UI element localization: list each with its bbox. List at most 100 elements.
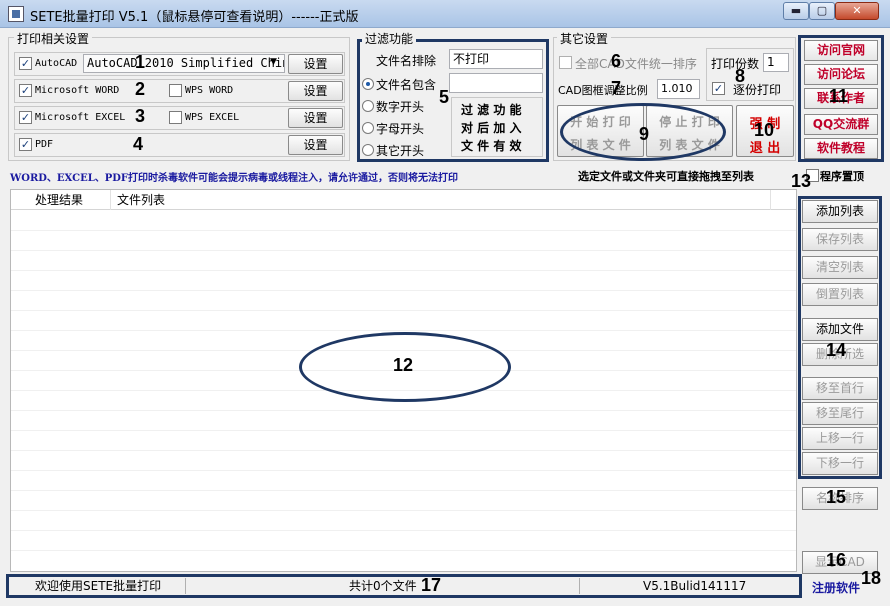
marker-13: 13 bbox=[791, 171, 812, 191]
autocad-label: AutoCAD bbox=[35, 58, 78, 69]
forum-link-button[interactable]: 访问论坛 bbox=[804, 64, 878, 85]
marker-1: 1 bbox=[135, 52, 146, 72]
move-last-button[interactable]: 移至尾行 bbox=[802, 402, 878, 425]
marker-18: 18 bbox=[861, 568, 882, 588]
pdf-label: PDF bbox=[35, 139, 54, 150]
digit-radio[interactable] bbox=[362, 100, 374, 112]
exclude-input[interactable]: 不打印 bbox=[449, 49, 543, 69]
other-label: 其它开头 bbox=[376, 144, 425, 158]
col-header-result[interactable]: 处理结果 bbox=[11, 190, 111, 210]
list-grid-line bbox=[11, 430, 796, 431]
sort-checkbox[interactable] bbox=[559, 56, 572, 69]
letter-label: 字母开头 bbox=[376, 122, 425, 136]
exclude-label: 文件名排除 bbox=[376, 54, 437, 68]
list-grid-line bbox=[11, 330, 796, 331]
marker-10: 10 bbox=[754, 120, 775, 140]
window-title: SETE批量打印 V5.1（鼠标悬停可查看说明）------正式版 bbox=[30, 10, 359, 25]
wps-excel-label: WPS EXCEL bbox=[185, 112, 240, 123]
other-radio[interactable] bbox=[362, 144, 374, 156]
list-grid-line bbox=[11, 510, 796, 511]
save-list-button[interactable]: 保存列表 bbox=[802, 228, 878, 251]
autocad-version-value: AutoCAD 2010 Simplified Chines bbox=[87, 56, 285, 70]
marker-11: 11 bbox=[829, 86, 849, 106]
virus-warning-text: WORD、EXCEL、PDF打印时杀毒软件可能会提示病毒或线程注入，请允许通过，… bbox=[10, 173, 459, 184]
word-label: Microsoft WORD bbox=[35, 85, 120, 96]
marker-4: 4 bbox=[133, 134, 144, 154]
wps-word-label: WPS WORD bbox=[185, 85, 234, 96]
marker-3: 3 bbox=[135, 106, 146, 126]
marker-9: 9 bbox=[639, 124, 650, 144]
excel-checkbox[interactable]: ✓ bbox=[19, 111, 32, 124]
letter-radio[interactable] bbox=[362, 122, 374, 134]
list-grid-line bbox=[11, 250, 796, 251]
pdf-setting-button[interactable]: 设置 bbox=[288, 135, 343, 155]
chevron-down-icon[interactable]: ▼ bbox=[270, 57, 277, 67]
close-button[interactable]: ✕ bbox=[835, 2, 879, 20]
copies-input[interactable]: 1 bbox=[763, 53, 789, 72]
app-icon bbox=[8, 6, 24, 22]
status-separator bbox=[185, 578, 186, 594]
list-grid-line bbox=[11, 230, 796, 231]
pdf-checkbox[interactable]: ✓ bbox=[19, 138, 32, 151]
col-header-files[interactable]: 文件列表 bbox=[111, 190, 771, 210]
autocad-checkbox[interactable]: ✓ bbox=[19, 57, 32, 70]
marker-12: 12 bbox=[393, 355, 414, 375]
marker-6: 6 bbox=[611, 51, 622, 71]
register-link[interactable]: 注册软件 bbox=[812, 579, 860, 596]
marker-14: 14 bbox=[826, 340, 847, 360]
move-down-button[interactable]: 下移一行 bbox=[802, 452, 878, 475]
autocad-version-select[interactable]: AutoCAD 2010 Simplified Chines bbox=[83, 54, 285, 73]
list-grid-line bbox=[11, 530, 796, 531]
filter-note-line1: 过 滤 功 能 bbox=[461, 103, 522, 117]
print-settings-title: 打印相关设置 bbox=[14, 30, 93, 47]
marker-16: 16 bbox=[826, 550, 847, 570]
include-radio[interactable] bbox=[362, 78, 374, 90]
site-link-button[interactable]: 访问官网 bbox=[804, 40, 878, 61]
marker-2: 2 bbox=[135, 79, 146, 99]
wps-word-checkbox[interactable] bbox=[169, 84, 182, 97]
marker-17: 17 bbox=[421, 575, 442, 595]
marker-8: 8 bbox=[735, 66, 746, 86]
list-grid-line bbox=[11, 290, 796, 291]
status-separator bbox=[579, 578, 580, 594]
filter-note-line3: 文 件 有 效 bbox=[461, 139, 522, 153]
status-file-count: 共计0个文件 bbox=[349, 579, 417, 593]
maximize-button[interactable]: ▢ bbox=[809, 2, 835, 20]
qq-link-button[interactable]: QQ交流群 bbox=[804, 114, 878, 135]
scale-input[interactable]: 1.010 bbox=[657, 79, 700, 99]
excel-setting-button[interactable]: 设置 bbox=[288, 108, 343, 128]
add-list-button[interactable]: 添加列表 bbox=[802, 200, 878, 223]
excel-label: Microsoft EXCEL bbox=[35, 112, 126, 123]
include-input[interactable] bbox=[449, 73, 543, 93]
autocad-setting-button[interactable]: 设置 bbox=[288, 54, 343, 74]
drag-hint-text: 选定文件或文件夹可直接拖拽至列表 bbox=[578, 170, 754, 183]
reverse-list-button[interactable]: 倒置列表 bbox=[802, 283, 878, 306]
filter-title: 过滤功能 bbox=[362, 30, 417, 47]
list-grid-line bbox=[11, 550, 796, 551]
marker-5: 5 bbox=[439, 87, 450, 107]
sort-label: 全部CAD文件统一排序 bbox=[575, 57, 697, 71]
word-checkbox[interactable]: ✓ bbox=[19, 84, 32, 97]
list-grid-line bbox=[11, 470, 796, 471]
include-label: 文件名包含 bbox=[376, 78, 437, 92]
marker-15: 15 bbox=[826, 487, 847, 507]
status-bar: 欢迎使用SETE批量打印 共计0个文件 V5.1Bulid141117 bbox=[6, 574, 802, 598]
list-grid-line bbox=[11, 270, 796, 271]
digit-label: 数字开头 bbox=[376, 100, 425, 114]
collate-checkbox[interactable]: ✓ bbox=[712, 82, 725, 95]
list-grid-line bbox=[11, 490, 796, 491]
title-bar: SETE批量打印 V5.1（鼠标悬停可查看说明）------正式版 ▬ ▢ ✕ bbox=[0, 0, 890, 28]
list-header: 处理结果 文件列表 bbox=[11, 190, 796, 210]
other-settings-title: 其它设置 bbox=[557, 30, 612, 47]
list-grid-line bbox=[11, 310, 796, 311]
word-setting-button[interactable]: 设置 bbox=[288, 81, 343, 101]
minimize-button[interactable]: ▬ bbox=[783, 2, 809, 20]
tutorial-link-button[interactable]: 软件教程 bbox=[804, 138, 878, 159]
move-up-button[interactable]: 上移一行 bbox=[802, 427, 878, 450]
add-file-button[interactable]: 添加文件 bbox=[802, 318, 878, 341]
clear-list-button[interactable]: 清空列表 bbox=[802, 256, 878, 279]
marker-7: 7 bbox=[611, 78, 622, 98]
move-first-button[interactable]: 移至首行 bbox=[802, 377, 878, 400]
filter-note-line2: 对 后 加 入 bbox=[461, 121, 522, 135]
wps-excel-checkbox[interactable] bbox=[169, 111, 182, 124]
